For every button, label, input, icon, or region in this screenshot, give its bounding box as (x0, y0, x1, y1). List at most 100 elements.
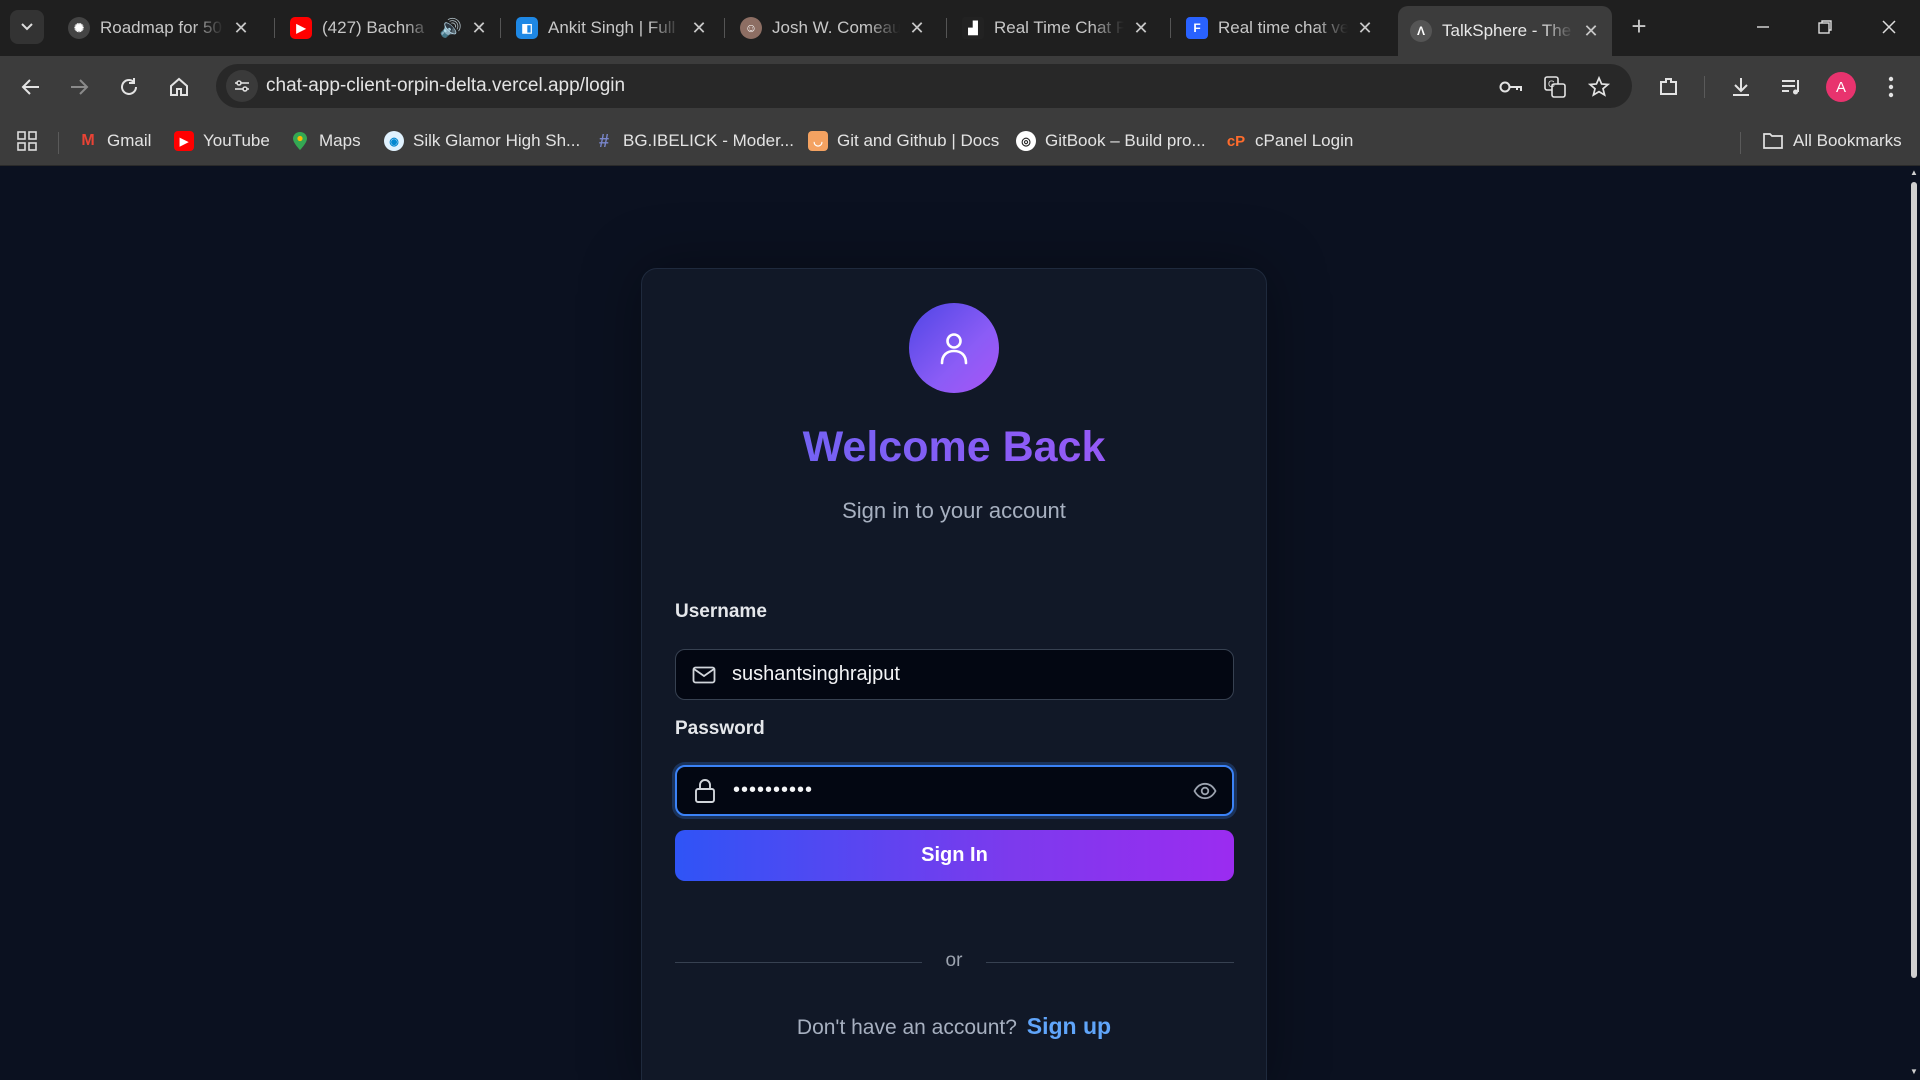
sign-up-link[interactable]: Sign up (1027, 1013, 1111, 1039)
reload-button[interactable] (112, 70, 146, 104)
url-text[interactable]: chat-app-client-orpin-delta.vercel.app/l… (266, 75, 625, 97)
bookmark-star-icon[interactable] (1586, 74, 1612, 100)
bookmark-maps[interactable]: Maps (290, 126, 361, 156)
close-tab-icon[interactable]: ✕ (908, 18, 926, 39)
tab-title: Real Time Chat P (994, 18, 1124, 37)
close-tab-icon[interactable]: ✕ (1356, 18, 1374, 39)
lock-icon (692, 778, 718, 804)
kebab-menu-icon (1888, 76, 1894, 98)
apps-grid-icon (17, 131, 37, 151)
address-bar[interactable]: chat-app-client-orpin-delta.vercel.app/l… (216, 64, 1632, 108)
globe-icon: ◉ (384, 131, 404, 151)
bookmark-gitbook[interactable]: ◎ GitBook – Build pro... (1016, 126, 1206, 156)
tab-josh-comeau[interactable]: ☺ Josh W. Comeau ✕ (728, 6, 938, 50)
scroll-thumb[interactable] (1911, 182, 1917, 978)
profile-avatar[interactable]: A (1826, 72, 1856, 102)
page-scrollbar[interactable]: ▲ ▼ (1908, 166, 1920, 1080)
close-tab-icon[interactable]: ✕ (690, 18, 708, 39)
show-password-icon[interactable] (1192, 778, 1218, 804)
downloads-button[interactable] (1724, 70, 1758, 104)
chevron-down-icon (21, 23, 33, 31)
login-card: Welcome Back Sign in to your account Use… (641, 268, 1267, 1080)
username-input[interactable] (732, 650, 1172, 699)
close-window-button[interactable] (1858, 0, 1920, 54)
bookmark-gmail[interactable]: M Gmail (78, 126, 151, 156)
password-field[interactable] (675, 765, 1234, 816)
close-tab-icon[interactable]: ✕ (470, 18, 488, 39)
minimize-icon (1757, 26, 1769, 28)
tab-title: Real time chat ve (1218, 18, 1348, 37)
form-icon: F (1186, 17, 1208, 39)
bookmark-label: BG.IBELICK - Moder... (623, 131, 795, 150)
tab-title: Ankit Singh | Full (548, 18, 676, 37)
translate-icon[interactable]: G (1542, 74, 1568, 100)
tab-title: Josh W. Comeau (772, 18, 900, 37)
youtube-icon: ▶ (174, 131, 194, 151)
maps-pin-icon (290, 131, 310, 151)
sign-in-button[interactable]: Sign In (675, 830, 1234, 881)
bookmark-silk-glamor[interactable]: ◉ Silk Glamor High Sh... (384, 126, 580, 156)
signup-prompt-row: Don't have an account? Sign up (642, 1013, 1266, 1040)
bookmark-label: Gmail (107, 131, 152, 150)
divider-or: or (945, 950, 963, 971)
minimize-button[interactable] (1732, 0, 1794, 54)
page-subtitle: Sign in to your account (842, 498, 1066, 523)
forward-arrow-icon (71, 79, 89, 95)
back-button[interactable] (14, 70, 48, 104)
close-tab-icon[interactable]: ✕ (232, 18, 250, 39)
password-input[interactable] (733, 767, 1173, 814)
youtube-icon: ▶ (290, 17, 312, 39)
gmail-icon: M (81, 132, 95, 149)
tab-ankit-singh[interactable]: ◧ Ankit Singh | Full ✕ (504, 6, 720, 50)
tab-roadmap[interactable]: ✺ Roadmap for 50 Days ✕ (56, 6, 262, 50)
puzzle-icon (1660, 78, 1677, 95)
extensions-button[interactable] (1652, 70, 1686, 104)
mail-icon (691, 662, 717, 688)
close-icon (1882, 20, 1896, 34)
home-button[interactable] (162, 70, 196, 104)
all-bookmarks-button[interactable]: All Bookmarks (1762, 126, 1902, 156)
browser-menu-button[interactable] (1874, 70, 1908, 104)
svg-text:G: G (1548, 79, 1555, 89)
all-bookmarks-label: All Bookmarks (1793, 131, 1902, 150)
new-tab-button[interactable]: + (1624, 12, 1654, 42)
scroll-up-icon[interactable]: ▲ (1910, 169, 1918, 177)
tab-title: (427) Bachna (322, 18, 425, 37)
bookmark-bg-ibelick[interactable]: # BG.IBELICK - Moder... (594, 126, 794, 156)
bookmark-label: YouTube (203, 131, 270, 150)
forward-button[interactable] (62, 70, 96, 104)
tab-talksphere[interactable]: Ʌ TalkSphere - The ✕ (1398, 6, 1612, 56)
bookmark-git-github[interactable]: ◡ Git and Github | Docs (808, 126, 999, 156)
tab-title: TalkSphere - The (1442, 21, 1572, 40)
bookmark-label: GitBook – Build pro... (1045, 131, 1206, 150)
bookmark-cpanel[interactable]: cP cPanel Login (1226, 126, 1354, 156)
password-label: Password (675, 718, 765, 739)
bookmark-label: Git and Github | Docs (837, 131, 1000, 150)
tab-search-button[interactable] (10, 10, 44, 44)
bookmarks-bar: M Gmail ▶ YouTube Maps ◉ Silk Glamor Hig… (0, 116, 1920, 166)
apps-button[interactable] (16, 126, 38, 156)
tab-real-time-chat-form[interactable]: F Real time chat ve ✕ (1174, 6, 1386, 50)
tab-youtube[interactable]: ▶ (427) Bachna 🔊 ✕ (278, 6, 500, 50)
page-title: Welcome Back (642, 423, 1266, 472)
restore-button[interactable] (1794, 0, 1856, 54)
user-avatar-badge (909, 303, 999, 393)
site-info-button[interactable] (226, 70, 258, 102)
openai-icon: ✺ (68, 17, 90, 39)
tab-real-time-chat[interactable]: ▟ Real Time Chat P ✕ (950, 6, 1162, 50)
download-icon (1733, 78, 1749, 96)
divider-line-right (986, 962, 1234, 963)
close-tab-icon[interactable]: ✕ (1582, 21, 1600, 42)
password-key-icon[interactable] (1498, 74, 1524, 100)
tab-strip: ✺ Roadmap for 50 Days ✕ ▶ (427) Bachna 🔊… (0, 0, 1920, 56)
close-tab-icon[interactable]: ✕ (1132, 18, 1150, 39)
bookmark-youtube[interactable]: ▶ YouTube (174, 126, 270, 156)
username-field[interactable] (675, 649, 1234, 700)
media-control-button[interactable] (1774, 70, 1808, 104)
back-arrow-icon (21, 79, 39, 95)
tune-icon (235, 80, 249, 92)
reload-icon (121, 78, 137, 95)
scroll-down-icon[interactable]: ▼ (1910, 1068, 1918, 1076)
divider-line-left (675, 962, 922, 963)
speaker-icon[interactable]: 🔊 (440, 18, 462, 39)
